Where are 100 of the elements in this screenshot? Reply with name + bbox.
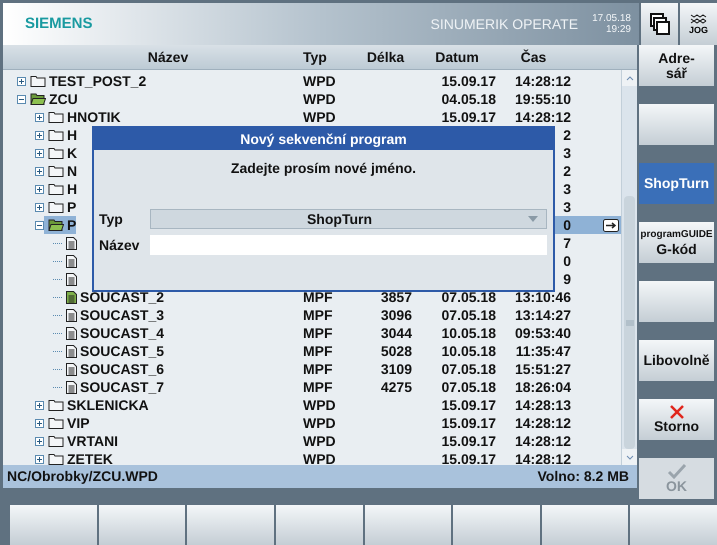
type-dropdown[interactable]: ShopTurn — [150, 209, 547, 229]
file-name[interactable]: K — [67, 146, 78, 160]
name-input[interactable] — [150, 235, 547, 255]
clock-date: 17.05.18 — [592, 13, 631, 24]
file-name[interactable]: SOUCAST_3 — [80, 308, 164, 322]
file-time: 7 — [563, 236, 571, 250]
file-name[interactable]: P — [67, 218, 76, 232]
document-icon — [66, 272, 77, 286]
file-time: 0 — [563, 218, 571, 232]
expand-icon[interactable] — [35, 148, 44, 158]
expand-icon[interactable] — [35, 436, 44, 446]
file-type: WPD — [303, 416, 336, 430]
document-icon — [66, 380, 77, 394]
collapse-icon[interactable] — [35, 220, 44, 230]
file-date: 07.05.18 — [442, 308, 496, 322]
softkey[interactable]: ShopTurn — [639, 163, 714, 204]
scroll-down-icon[interactable] — [626, 454, 634, 460]
file-date: 15.09.17 — [442, 434, 496, 448]
expand-icon[interactable] — [35, 454, 44, 464]
file-name[interactable]: TEST_POST_2 — [49, 74, 146, 88]
jog-button[interactable]: JOG — [680, 3, 717, 45]
scrollbar[interactable] — [621, 70, 637, 465]
file-length: 3109 — [380, 362, 412, 376]
file-time: 3 — [563, 182, 571, 196]
file-name[interactable]: ZETEK — [67, 452, 113, 466]
siemens-logo: SIEMENS — [25, 14, 93, 34]
file-time: 2 — [563, 128, 571, 142]
expand-icon[interactable] — [17, 76, 26, 86]
folder-icon — [48, 417, 64, 429]
arrow-right-icon[interactable] — [603, 218, 619, 232]
file-name[interactable]: H — [67, 128, 78, 142]
file-date: 15.09.17 — [442, 74, 496, 88]
expand-icon[interactable] — [35, 184, 44, 194]
checkmark-icon — [666, 464, 686, 478]
file-name[interactable]: P — [67, 200, 76, 214]
file-time: 09:53:40 — [514, 326, 571, 340]
file-type: WPD — [303, 452, 336, 466]
column-header[interactable]: Název — [3, 46, 303, 68]
field-label: Typ — [98, 210, 124, 229]
dialog-title: Nový sekvenční program — [94, 128, 553, 150]
file-name[interactable]: SOUCAST_7 — [80, 380, 164, 394]
clock-time: 19:29 — [606, 24, 631, 35]
file-date: 07.05.18 — [442, 362, 496, 376]
file-date: 07.05.18 — [442, 380, 496, 394]
column-header[interactable]: Délka — [353, 46, 418, 68]
softkey[interactable]: programGUIDE G-kód — [639, 222, 714, 263]
open-folder-icon — [30, 93, 46, 105]
file-type: MPF — [303, 380, 333, 394]
grip-icon — [626, 320, 634, 326]
file-length: 4275 — [380, 380, 412, 394]
file-type: MPF — [303, 362, 333, 376]
expand-icon[interactable] — [35, 166, 44, 176]
softkey[interactable]: Storno — [639, 399, 714, 440]
file-type: WPD — [303, 434, 336, 448]
file-name[interactable]: VIP — [67, 416, 90, 430]
expand-icon[interactable] — [35, 418, 44, 428]
document-icon — [66, 290, 77, 304]
file-time: 14:28:12 — [514, 416, 571, 430]
file-name[interactable]: ZCU — [49, 92, 78, 106]
window-switch-button[interactable] — [641, 3, 678, 45]
expand-icon[interactable] — [35, 202, 44, 212]
file-name[interactable]: VRTANI — [67, 434, 118, 448]
selected-row-highlight[interactable]: P — [44, 216, 76, 234]
file-length: 3096 — [380, 308, 412, 322]
dialog-prompt: Zadejte prosím nové jméno. — [230, 159, 418, 178]
file-time: 0 — [563, 254, 571, 268]
file-name[interactable]: SOUCAST_6 — [80, 362, 164, 376]
file-time: 19:55:10 — [514, 92, 571, 106]
file-name[interactable]: SKLENICKA — [67, 398, 149, 412]
file-length: 5028 — [380, 344, 412, 358]
column-header[interactable]: Datum — [418, 46, 496, 68]
column-header[interactable]: Čas — [496, 46, 571, 68]
file-name[interactable]: SOUCAST_5 — [80, 344, 164, 358]
softkey[interactable]: Libovolně — [639, 340, 714, 381]
softkey[interactable]: Adre- sář — [639, 45, 714, 86]
scroll-up-icon[interactable] — [626, 76, 634, 80]
collapse-icon[interactable] — [17, 94, 26, 104]
column-header[interactable]: Typ — [303, 46, 353, 68]
file-date: 15.09.17 — [442, 416, 496, 430]
file-name[interactable]: H — [67, 182, 78, 196]
file-name[interactable]: N — [67, 164, 78, 178]
file-type: WPD — [303, 110, 336, 124]
file-time: 13:14:27 — [514, 308, 571, 322]
file-length: 3857 — [380, 290, 412, 304]
file-type: MPF — [303, 326, 333, 340]
document-icon — [66, 344, 77, 358]
free-space: Volno: 8.2 MB — [537, 467, 629, 486]
file-date: 15.09.17 — [442, 452, 496, 466]
expand-icon[interactable] — [35, 400, 44, 410]
expand-icon[interactable] — [35, 130, 44, 140]
file-name[interactable]: SOUCAST_2 — [80, 290, 164, 304]
file-date: 10.05.18 — [442, 344, 496, 358]
expand-icon[interactable] — [35, 112, 44, 122]
file-name[interactable]: HNOTIK — [67, 110, 121, 124]
file-name[interactable]: SOUCAST_4 — [80, 326, 164, 340]
file-time: 3 — [563, 146, 571, 160]
file-time: 13:10:46 — [514, 290, 571, 304]
field-label: Název — [98, 236, 140, 254]
file-date: 15.09.17 — [442, 398, 496, 412]
file-type: MPF — [303, 308, 333, 322]
